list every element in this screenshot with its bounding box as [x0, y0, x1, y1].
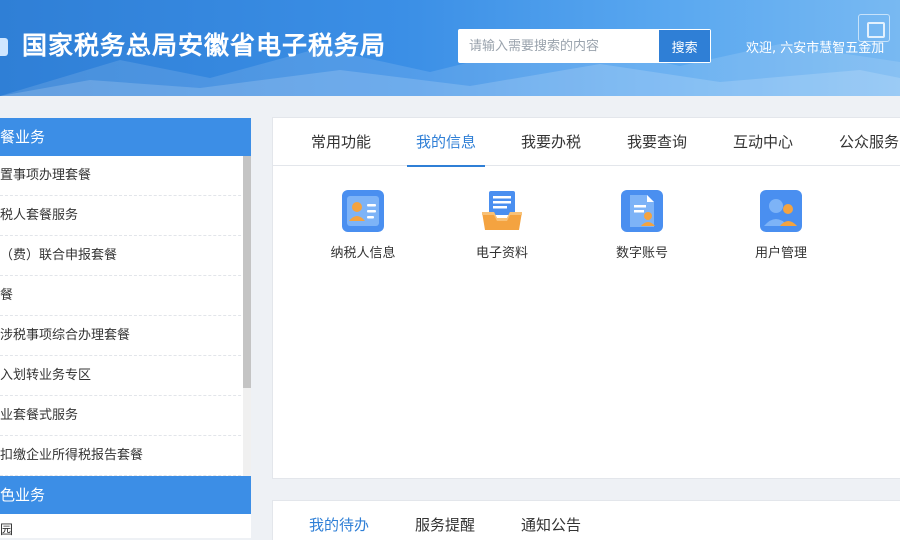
sidebar-item[interactable]: 置事项办理套餐 — [0, 156, 251, 196]
tab-common-functions[interactable]: 常用功能 — [311, 118, 371, 166]
tile-taxpayer-info[interactable]: 纳税人信息 — [308, 188, 418, 261]
main-tabs: 常用功能 我的信息 我要办税 我要查询 互动中心 公众服务 — [273, 118, 900, 167]
left-sidebar: 餐业务 置事项办理套餐 税人套餐服务 （费）联合申报套餐 餐 涉税事项综合办理套… — [0, 118, 251, 540]
sidebar-item[interactable]: 税人套餐服务 — [0, 196, 251, 236]
sidebar-item[interactable]: 涉税事项综合办理套餐 — [0, 316, 251, 356]
sidebar-item[interactable]: 餐 — [0, 276, 251, 316]
taxpayer-card-icon — [342, 190, 384, 232]
sidebar-item[interactable]: 入划转业务专区 — [0, 356, 251, 396]
sidebar-section-header[interactable]: 色业务 — [0, 476, 251, 514]
search-input[interactable] — [459, 30, 659, 62]
top-header: 国家税务总局安徽省电子税务局 搜索 欢迎, 六安市慧智五金加 — [0, 0, 900, 96]
tab-interaction-center[interactable]: 互动中心 — [733, 118, 793, 166]
tile-label: 用户管理 — [754, 246, 807, 261]
todo-panel: 我的待办 服务提醒 通知公告 — [272, 500, 900, 540]
tile-label: 电子资料 — [475, 246, 528, 261]
window-icon[interactable] — [858, 14, 890, 42]
search-box: 搜索 — [458, 29, 711, 63]
tab-tax-handling[interactable]: 我要办税 — [521, 118, 581, 166]
document-user-icon — [621, 190, 663, 232]
tab-public-service[interactable]: 公众服务 — [839, 118, 899, 166]
sidebar-section-header[interactable]: 餐业务 — [0, 118, 251, 156]
file-tray-icon — [482, 191, 522, 230]
tab-my-info[interactable]: 我的信息 — [406, 118, 486, 167]
main-panel: 常用功能 我的信息 我要办税 我要查询 互动中心 公众服务 纳税人信息 电子资料 — [272, 117, 900, 479]
tab-my-todo[interactable]: 我的待办 — [309, 501, 369, 540]
users-icon — [760, 190, 802, 232]
sidebar-list: 园 — [0, 514, 251, 538]
tab-notice[interactable]: 通知公告 — [521, 501, 581, 540]
sidebar-item[interactable]: 业套餐式服务 — [0, 396, 251, 436]
tile-digital-account[interactable]: 数字账号 — [587, 188, 697, 261]
tile-label: 纳税人信息 — [330, 246, 396, 261]
sidebar-item[interactable]: 扣缴企业所得税报告套餐 — [0, 436, 251, 476]
sidebar-item[interactable]: （费）联合申报套餐 — [0, 236, 251, 276]
sidebar-scrollbar-thumb[interactable] — [243, 156, 251, 388]
logo-icon[interactable] — [0, 38, 8, 56]
tile-electronic-docs[interactable]: 电子资料 — [447, 188, 557, 261]
tab-service-reminder[interactable]: 服务提醒 — [415, 501, 475, 540]
site-title: 国家税务总局安徽省电子税务局 — [22, 31, 387, 60]
sidebar-list: 置事项办理套餐 税人套餐服务 （费）联合申报套餐 餐 涉税事项综合办理套餐 入划… — [0, 156, 251, 476]
search-button[interactable]: 搜索 — [658, 30, 710, 62]
tab-query[interactable]: 我要查询 — [627, 118, 687, 166]
tile-user-management[interactable]: 用户管理 — [726, 188, 836, 261]
tile-label: 数字账号 — [615, 246, 668, 261]
sidebar-item[interactable]: 园 — [0, 514, 251, 538]
sidebar-scrollbar[interactable] — [243, 156, 251, 476]
